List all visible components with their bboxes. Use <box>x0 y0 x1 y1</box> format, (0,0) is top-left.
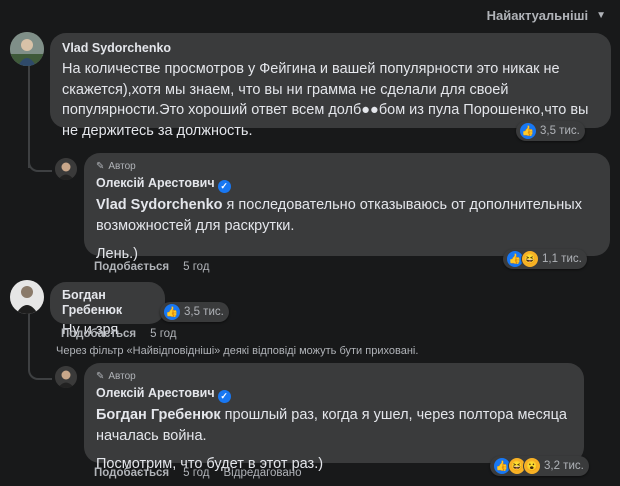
wow-reaction-icon: 😮 <box>523 457 541 475</box>
comment-author[interactable]: Олексій Арестович ✓ <box>96 176 598 193</box>
like-button[interactable]: Подобається <box>61 328 136 340</box>
comment-author[interactable]: Богдан Гребенюк <box>62 288 153 318</box>
sort-dropdown[interactable]: Найактуальніші ▼ <box>487 8 606 23</box>
thread-connector <box>28 340 52 380</box>
avatar[interactable] <box>55 366 77 388</box>
reaction-count: 3,2 тис. <box>544 460 584 472</box>
comment-bubble: Vlad Sydorchenko На количестве просмотро… <box>50 33 611 139</box>
filter-note: Через фільтр «Найвідповідніші» деякі від… <box>56 345 419 357</box>
pen-icon: ✎ <box>96 161 105 172</box>
like-button[interactable]: Подобається <box>94 261 169 273</box>
pen-icon: ✎ <box>96 371 105 382</box>
comment-bubble: Богдан Гребенюк Ну и зря <box>50 282 165 338</box>
reply-bubble: ✎ Автор Олексій Арестович ✓ Vlad Sydorche… <box>84 153 610 262</box>
verified-icon: ✓ <box>217 390 231 403</box>
avatar[interactable] <box>55 158 77 180</box>
reaction-summary[interactable]: 👍 😆 1,1 тис. <box>503 249 587 269</box>
like-reaction-icon: 👍 <box>519 122 537 140</box>
thread-connector <box>28 130 52 172</box>
timestamp[interactable]: 5 год <box>183 467 209 479</box>
reply-bubble: ✎ Автор Олексій Арестович ✓ Богдан Гребен… <box>84 363 584 472</box>
comment-author[interactable]: Олексій Арестович ✓ <box>96 386 572 403</box>
verified-icon: ✓ <box>217 180 231 193</box>
comment-actions: Подобається 5 год Відредаговано <box>94 467 302 479</box>
edited-label: Відредаговано <box>223 467 302 479</box>
mention-link[interactable]: Богдан Гребенюк <box>96 407 221 423</box>
comment-author[interactable]: Vlad Sydorchenko <box>62 41 599 56</box>
like-button[interactable]: Подобається <box>94 467 169 479</box>
avatar[interactable] <box>10 280 44 314</box>
author-name[interactable]: Олексій Арестович <box>96 386 215 400</box>
reaction-count: 1,1 тис. <box>542 253 582 265</box>
reaction-count: 3,5 тис. <box>540 125 580 137</box>
comment-text: Vlad Sydorchenko я последовательно отказ… <box>96 195 598 236</box>
reaction-count: 3,5 тис. <box>184 306 224 318</box>
comment-text: Богдан Гребенюк прошлый раз, когда я уше… <box>96 405 572 446</box>
timestamp[interactable]: 5 год <box>150 328 176 340</box>
author-badge: ✎ Автор <box>96 161 598 173</box>
comment-actions: Подобається 5 год <box>61 328 177 340</box>
avatar[interactable] <box>10 32 44 66</box>
haha-reaction-icon: 😆 <box>521 250 539 268</box>
reaction-summary[interactable]: 👍 3,5 тис. <box>516 121 585 141</box>
author-badge: ✎ Автор <box>96 371 572 383</box>
sort-label: Найактуальніші <box>486 8 589 23</box>
badge-label: Автор <box>108 371 136 382</box>
reaction-summary[interactable]: 👍 3,5 тис. <box>160 302 229 322</box>
chevron-down-icon: ▼ <box>596 10 606 21</box>
comment-actions: Подобається 5 год <box>94 261 210 273</box>
mention-link[interactable]: Vlad Sydorchenko <box>96 197 223 213</box>
like-reaction-icon: 👍 <box>163 303 181 321</box>
author-name[interactable]: Олексій Арестович <box>96 176 215 190</box>
timestamp[interactable]: 5 год <box>183 261 209 273</box>
reaction-summary[interactable]: 👍 😆 😮 3,2 тис. <box>490 456 589 476</box>
badge-label: Автор <box>108 161 136 172</box>
